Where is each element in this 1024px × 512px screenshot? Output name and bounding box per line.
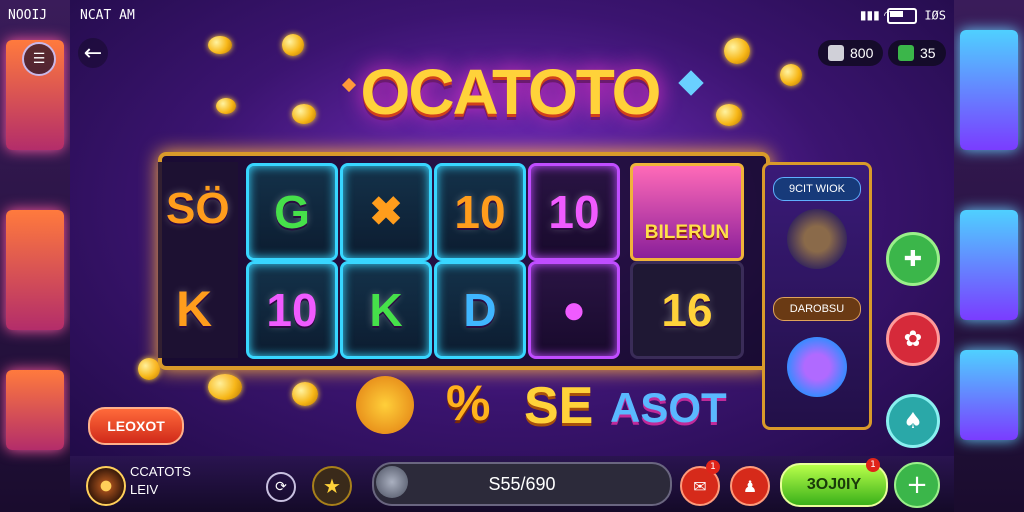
leaf-button[interactable]: ♠	[886, 394, 940, 448]
side-bonus-panel: 9CIT WIOK DAROBSU	[762, 162, 872, 430]
right-arcade-artwork	[954, 0, 1024, 512]
reel-symbol: G	[274, 186, 310, 238]
currency-1-value: 800	[850, 45, 874, 61]
reel-cell[interactable]: 10	[246, 261, 338, 359]
coin-decoration	[282, 34, 304, 56]
coin-stack-icon	[828, 45, 844, 61]
refresh-button[interactable]: ⟳	[266, 472, 296, 502]
reel-symbol: 10	[266, 284, 318, 336]
mail-icon: ✉	[693, 476, 707, 496]
win-symbol: %	[446, 375, 491, 431]
coin-decoration	[724, 38, 750, 64]
back-button[interactable]: ←	[78, 38, 108, 68]
panel-tag: DAROBSU	[773, 297, 861, 321]
status-time: NCAT AM	[80, 8, 135, 23]
reel-cell[interactable]: D	[434, 261, 526, 359]
coin-decoration	[716, 104, 742, 126]
left-reel-column: SÖ K	[158, 162, 238, 358]
reel-symbol: 16	[661, 284, 713, 336]
battery-text: IØS	[924, 8, 946, 23]
coin-decoration	[138, 358, 160, 380]
coin-decoration	[208, 374, 242, 400]
panel-tag: 9CIT WIOK	[773, 177, 861, 201]
reel-cell[interactable]: ✖	[340, 163, 432, 261]
notification-badge: 1	[706, 460, 720, 474]
coin-balance-pill[interactable]: 800	[818, 40, 884, 66]
reel-cell[interactable]: 10	[528, 163, 620, 261]
coin-decoration	[292, 104, 316, 124]
notification-badge: 1	[866, 458, 880, 472]
avatar[interactable]	[86, 466, 126, 506]
status-left-text: NOOIJ	[8, 8, 48, 23]
menu-button[interactable]: ☰	[22, 42, 56, 76]
back-arrow-icon: ←	[83, 40, 103, 66]
player-name: CCATOTS	[130, 464, 191, 479]
reel-symbol: D	[463, 284, 497, 336]
reel-symbol: K	[176, 281, 213, 337]
reel-cell[interactable]: ●	[528, 261, 620, 359]
battery-indicator: IØS	[881, 8, 946, 24]
arcade-cabinet-art	[6, 370, 64, 450]
ticket-balance-pill[interactable]: 35	[888, 40, 946, 66]
robot-face-icon	[787, 337, 847, 397]
star-icon: ★	[323, 474, 341, 498]
berry-icon: ●	[561, 288, 587, 332]
reel-symbol: 10	[454, 186, 506, 238]
sparkle-icon	[678, 70, 704, 96]
win-word: SE	[524, 377, 594, 435]
add-button[interactable]: +	[894, 462, 940, 508]
coin-decoration	[208, 36, 232, 54]
green-ticket-icon	[898, 45, 914, 61]
puzzle-icon: ✚	[903, 246, 923, 272]
arcade-cabinet-art	[960, 350, 1018, 440]
leaf-icon: ♠	[903, 408, 923, 434]
profile-button[interactable]: ♟	[730, 466, 770, 506]
reel-cell[interactable]: 10	[434, 163, 526, 261]
bunny-mask-icon	[787, 209, 847, 269]
reel-cell[interactable]: 16	[630, 261, 744, 359]
coin-decoration	[780, 64, 802, 86]
reel-symbol: 10	[548, 186, 600, 238]
balance-value: S55/690	[488, 473, 556, 494]
flower-button[interactable]: ✿	[886, 312, 940, 366]
left-arcade-artwork	[0, 0, 70, 512]
flower-icon: ✿	[903, 326, 923, 352]
win-symbol-row: % SE ASOT	[300, 372, 760, 442]
puzzle-button[interactable]: ✚	[886, 232, 940, 286]
reel-symbol: SÖ	[166, 184, 230, 233]
player-level: LEIV	[130, 482, 159, 497]
arcade-cabinet-art	[6, 210, 64, 330]
favorite-button[interactable]: ★	[312, 466, 352, 506]
reel-cell[interactable]: G	[246, 163, 338, 261]
special-tile-label: BILERUN	[644, 222, 730, 243]
balance-display: S55/690	[372, 462, 672, 506]
person-icon: ♟	[742, 476, 758, 496]
goggles-creature-icon	[356, 376, 414, 434]
game-logo: OCATOTO	[360, 56, 662, 128]
arcade-cabinet-art	[960, 210, 1018, 320]
cross-bone-creature-icon: ✖	[369, 190, 403, 234]
win-word: ASOT	[610, 384, 727, 431]
balance-coin-icon	[376, 466, 408, 498]
reel-cell[interactable]: K	[340, 261, 432, 359]
refresh-icon: ⟳	[275, 479, 287, 495]
plus-icon: +	[906, 470, 928, 500]
arcade-cabinet-art	[960, 30, 1018, 150]
bonus-special-tile[interactable]: BILERUN	[630, 163, 744, 261]
menu-icon: ☰	[32, 51, 46, 67]
status-bar: NOOIJ NCAT AM ▮▮▮ ◠ IØS	[0, 0, 1024, 32]
coin-decoration	[216, 98, 236, 114]
currency-2-value: 35	[920, 45, 936, 61]
battery-icon	[887, 8, 918, 24]
reel-symbol: K	[369, 284, 403, 336]
lock-button[interactable]: LEOXOT	[88, 407, 184, 445]
